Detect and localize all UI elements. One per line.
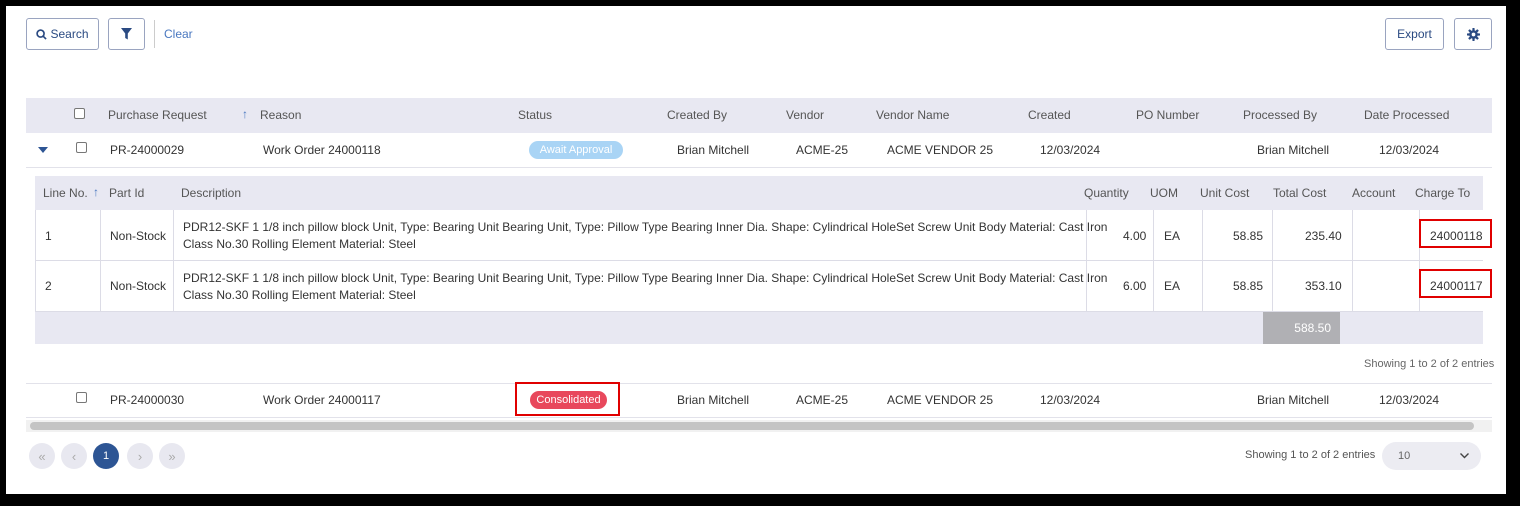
vendor-name-cell: ACME VENDOR 25 [887,143,994,157]
footer-showing-entries: Showing 1 to 2 of 2 entries [1245,449,1376,461]
total-cost-cell: 353.10 [1305,279,1342,293]
lines-header-uom[interactable]: UOM [1150,186,1178,200]
part-id-cell: Non-Stock [110,279,167,293]
gear-icon [1466,27,1480,41]
lines-showing-entries: Showing 1 to 2 of 2 entries [1364,358,1495,370]
select-all-checkbox[interactable] [74,108,85,119]
line-no-cell: 2 [45,279,52,293]
created-by-cell: Brian Mitchell [677,393,750,407]
processed-by-cell: Brian Mitchell [1257,143,1330,157]
quantity-cell: 4.00 [1123,229,1147,243]
created-by-cell: Brian Mitchell [677,143,750,157]
header-reason[interactable]: Reason [260,108,301,122]
last-page-button[interactable]: » [159,443,185,469]
uom-cell: EA [1164,229,1181,243]
lines-header-description[interactable]: Description [181,186,241,200]
sort-up-icon[interactable]: ↑ [242,107,248,121]
created-cell: 12/03/2024 [1040,143,1101,157]
status-badge-await: Await Approval [529,141,623,159]
header-status[interactable]: Status [518,108,552,122]
previous-page-button[interactable]: ‹ [61,443,87,469]
scrollbar-thumb[interactable] [30,422,1474,430]
filter-icon [121,28,132,40]
sort-up-icon[interactable]: ↑ [93,185,99,199]
current-page-number: 1 [102,450,110,462]
reason-cell: Work Order 24000118 [263,143,381,157]
total-cost-cell: 235.40 [1305,229,1342,243]
date-processed-cell: 12/03/2024 [1379,143,1440,157]
description-line2: Class No.30 Rolling Element Material: St… [183,237,416,251]
lines-header-unit-cost[interactable]: Unit Cost [1200,186,1249,200]
vendor-cell: ACME-25 [796,393,849,407]
toolbar-divider [154,20,155,48]
vendor-name-cell: ACME VENDOR 25 [887,393,994,407]
part-id-cell: Non-Stock [110,229,167,243]
lines-header-line-no[interactable]: Line No. [43,186,88,200]
line-no-cell: 1 [45,229,52,243]
unit-cost-cell: 58.85 [1233,279,1264,293]
reason-cell: Work Order 24000117 [263,393,381,407]
lines-header-account[interactable]: Account [1352,186,1395,200]
first-page-button[interactable]: « [29,443,55,469]
header-date-processed[interactable]: Date Processed [1364,108,1449,122]
uom-cell: EA [1164,279,1181,293]
page-size-select[interactable]: 10 [1382,442,1481,470]
header-created-by[interactable]: Created By [667,108,727,122]
export-button[interactable]: Export [1385,18,1444,50]
highlight-box [1419,269,1492,298]
header-created[interactable]: Created [1028,108,1071,122]
date-processed-cell: 12/03/2024 [1379,393,1440,407]
highlight-box [1419,219,1492,248]
lines-header [35,176,1483,210]
pr-link[interactable]: PR-24000030 [110,393,184,407]
created-cell: 12/03/2024 [1040,393,1101,407]
quantity-cell: 6.00 [1123,279,1147,293]
clear-link[interactable]: Clear [164,27,193,41]
vendor-cell: ACME-25 [796,143,849,157]
page-size-value: 10 [1398,450,1411,462]
collapse-caret-icon[interactable] [38,147,48,154]
row-checkbox[interactable] [76,392,87,403]
lines-header-charge-to[interactable]: Charge To [1415,186,1470,200]
horizontal-scrollbar[interactable] [26,420,1492,432]
lines-header-total-cost[interactable]: Total Cost [1273,186,1326,200]
export-label: Export [1397,27,1432,41]
header-processed-by[interactable]: Processed By [1243,108,1317,122]
description-line1: PDR12-SKF 1 1/8 inch pillow block Unit, … [183,271,1108,285]
lines-header-quantity[interactable]: Quantity [1084,186,1129,200]
header-vendor-name[interactable]: Vendor Name [876,108,949,122]
processed-by-cell: Brian Mitchell [1257,393,1330,407]
total-cost-sum: 588.50 [1263,312,1340,344]
header-purchase-request[interactable]: Purchase Request [108,108,207,122]
search-button[interactable]: Search [26,18,99,50]
description-line1: PDR12-SKF 1 1/8 inch pillow block Unit, … [183,220,1108,234]
header-vendor[interactable]: Vendor [786,108,824,122]
next-page-button[interactable]: › [127,443,153,469]
chevron-down-icon [1460,453,1469,459]
pr-link[interactable]: PR-24000029 [110,143,184,157]
search-label: Search [50,27,89,41]
lines-header-part-id[interactable]: Part Id [109,186,144,200]
filter-button[interactable] [108,18,145,50]
header-po-number[interactable]: PO Number [1136,108,1199,122]
settings-button[interactable] [1454,18,1492,50]
description-line2: Class No.30 Rolling Element Material: St… [183,288,416,302]
row-checkbox[interactable] [76,142,87,153]
unit-cost-cell: 58.85 [1233,229,1264,243]
current-page-button[interactable]: 1 [93,443,119,469]
total-cost-sum-value: 588.50 [1294,321,1331,335]
main-panel: Search Clear Export Purchase Request ↑ R… [6,6,1506,494]
highlight-box [515,382,620,416]
search-icon [36,28,48,40]
